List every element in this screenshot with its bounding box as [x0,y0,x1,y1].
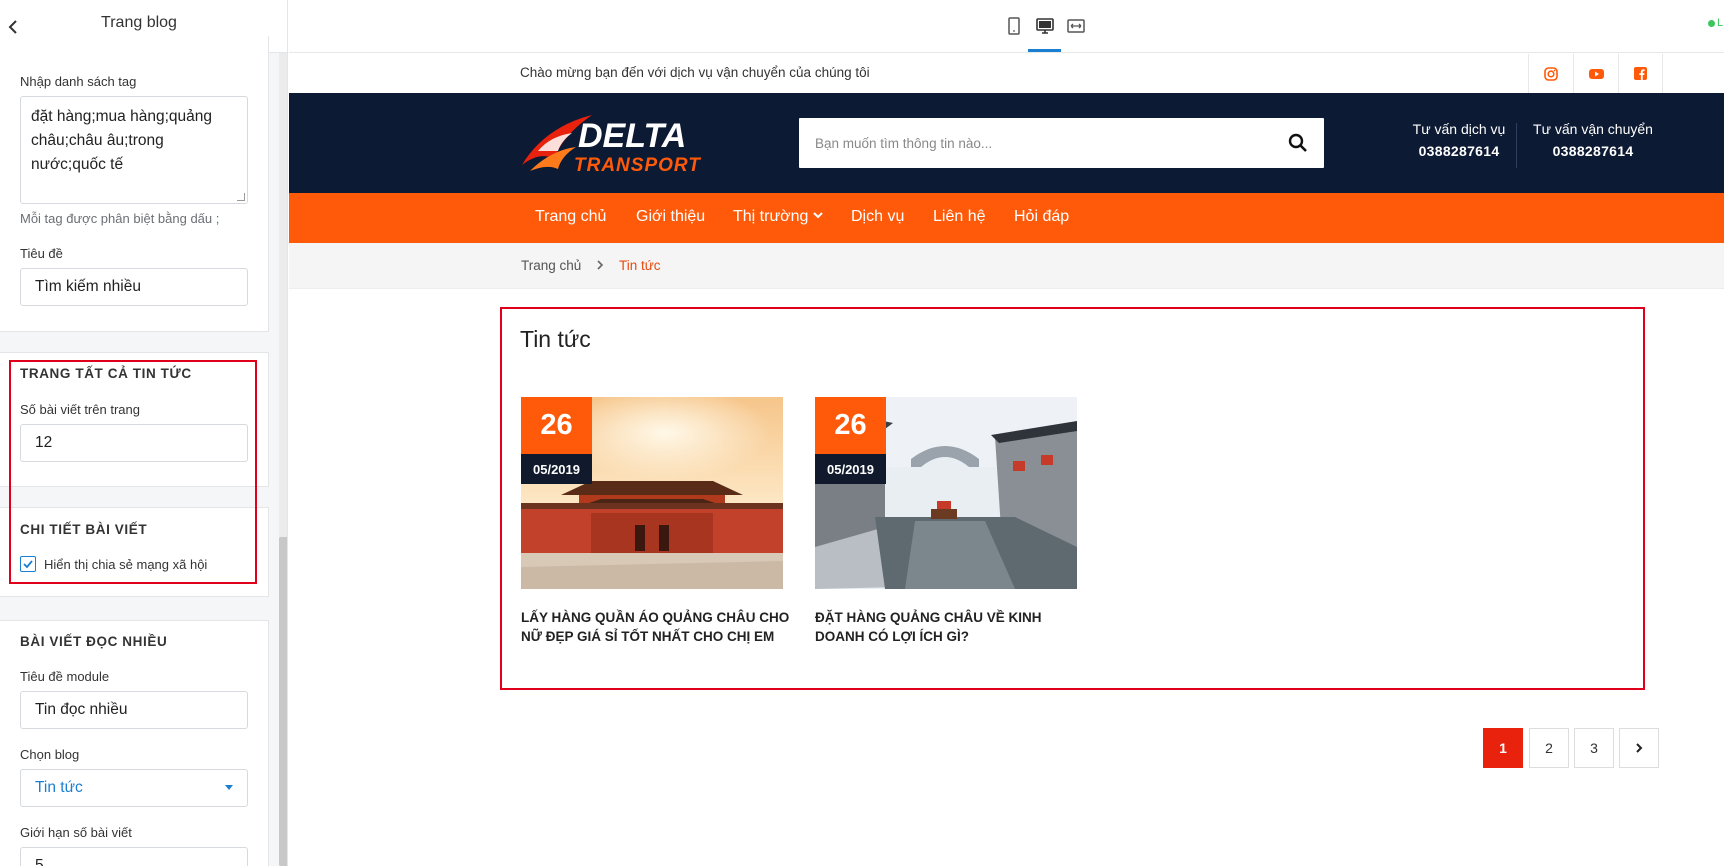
delta-transport-logo[interactable]: DELTA TRANSPORT [518,107,718,179]
youtube-icon[interactable] [1573,54,1618,93]
pagination-page-1[interactable]: 1 [1483,728,1523,768]
contact-service[interactable]: Tư vấn dịch vụ 0388287614 [1401,121,1517,159]
site-search-input[interactable]: Bạn muốn tìm thông tin nào... [799,118,1324,168]
device-toolbar [289,0,1724,53]
contact-phone[interactable]: 0388287614 [1401,143,1517,159]
resize-grip-icon[interactable] [237,193,245,201]
fullwidth-icon[interactable] [1065,15,1087,37]
panel-title: Trang blog [101,14,177,31]
breadcrumb: Trang chủ Tin tức [289,243,1724,289]
blog-select[interactable]: Tin tức [20,769,248,807]
status-dot-icon [1708,20,1715,27]
title-input[interactable]: Tìm kiếm nhiều [20,268,248,306]
facebook-icon[interactable] [1618,54,1663,93]
site-preview: Chào mừng bạn đến với dịch vụ vận chuyển… [289,54,1724,866]
breadcrumb-current: Tin tức [619,258,661,273]
tags-value: đặt hàng;mua hàng;quảng châu;châu âu;tro… [31,108,212,173]
search-icon[interactable] [1288,133,1308,153]
chevron-right-icon [597,260,604,270]
nav-item-services[interactable]: Dịch vụ [851,208,904,226]
blog-select-label: Chọn blog [20,747,80,762]
contact-label: Tư vấn vận chuyển [1533,121,1653,137]
logo-sub-text: TRANSPORT [574,155,701,176]
limit-input[interactable]: 5 [20,847,248,866]
highlight-box-content [500,307,1645,690]
popular-section-title: BÀI VIẾT ĐỌC NHIỀU [20,634,168,649]
active-device-indicator [1028,49,1061,52]
pagination-next-button[interactable] [1619,728,1659,768]
nav-item-market[interactable]: Thị trường [733,208,824,226]
contact-label: Tư vấn dịch vụ [1412,121,1506,137]
status-text: L [1717,17,1724,29]
logo-main-text: DELTA [578,117,686,155]
title-label: Tiêu đề [20,246,63,261]
highlight-box-panel [9,360,257,584]
chevron-down-icon [813,212,824,219]
main-nav: Trang chủ Giới thiệu Thị trường Dịch vụ … [289,193,1724,243]
nav-item-market-label: Thị trường [733,208,809,225]
panel-scrollbar-thumb[interactable] [279,537,287,866]
settings-panel: Trang blog Nhập danh sách tag đặt hàng;m… [0,0,288,866]
nav-item-contact[interactable]: Liên hệ [933,208,986,226]
caret-down-icon [225,785,233,790]
pagination-page-2[interactable]: 2 [1529,728,1569,768]
module-title-input[interactable]: Tin đọc nhiều [20,691,248,729]
breadcrumb-home[interactable]: Trang chủ [521,258,581,273]
nav-item-about[interactable]: Giới thiệu [636,208,705,226]
tags-label: Nhập danh sách tag [20,74,137,89]
nav-item-faq[interactable]: Hỏi đáp [1014,208,1069,226]
chevron-right-icon [1636,743,1643,753]
module-title-label: Tiêu đề module [20,669,110,684]
blog-select-value: Tin tức [35,779,83,796]
limit-label: Giới hạn số bài viết [20,825,132,840]
tablet-icon[interactable] [1003,15,1025,37]
welcome-text: Chào mừng bạn đến với dịch vụ vận chuyển… [520,65,870,80]
contact-shipping[interactable]: Tư vấn vận chuyển 0388287614 [1528,121,1658,159]
site-topbar: Chào mừng bạn đến với dịch vụ vận chuyển… [289,54,1724,93]
instagram-icon[interactable] [1528,54,1573,93]
site-header: DELTA TRANSPORT Bạn muốn tìm thông tin n… [289,93,1724,193]
pagination-page-3[interactable]: 3 [1574,728,1614,768]
tags-textarea[interactable]: đặt hàng;mua hàng;quảng châu;châu âu;tro… [20,96,248,204]
search-placeholder: Bạn muốn tìm thông tin nào... [815,135,993,151]
tags-hint: Mỗi tag được phân biệt bằng dấu ; [20,211,220,226]
contact-divider [1516,123,1517,168]
contact-phone[interactable]: 0388287614 [1528,143,1658,159]
desktop-icon[interactable] [1034,15,1056,37]
nav-item-home[interactable]: Trang chủ [535,208,606,226]
